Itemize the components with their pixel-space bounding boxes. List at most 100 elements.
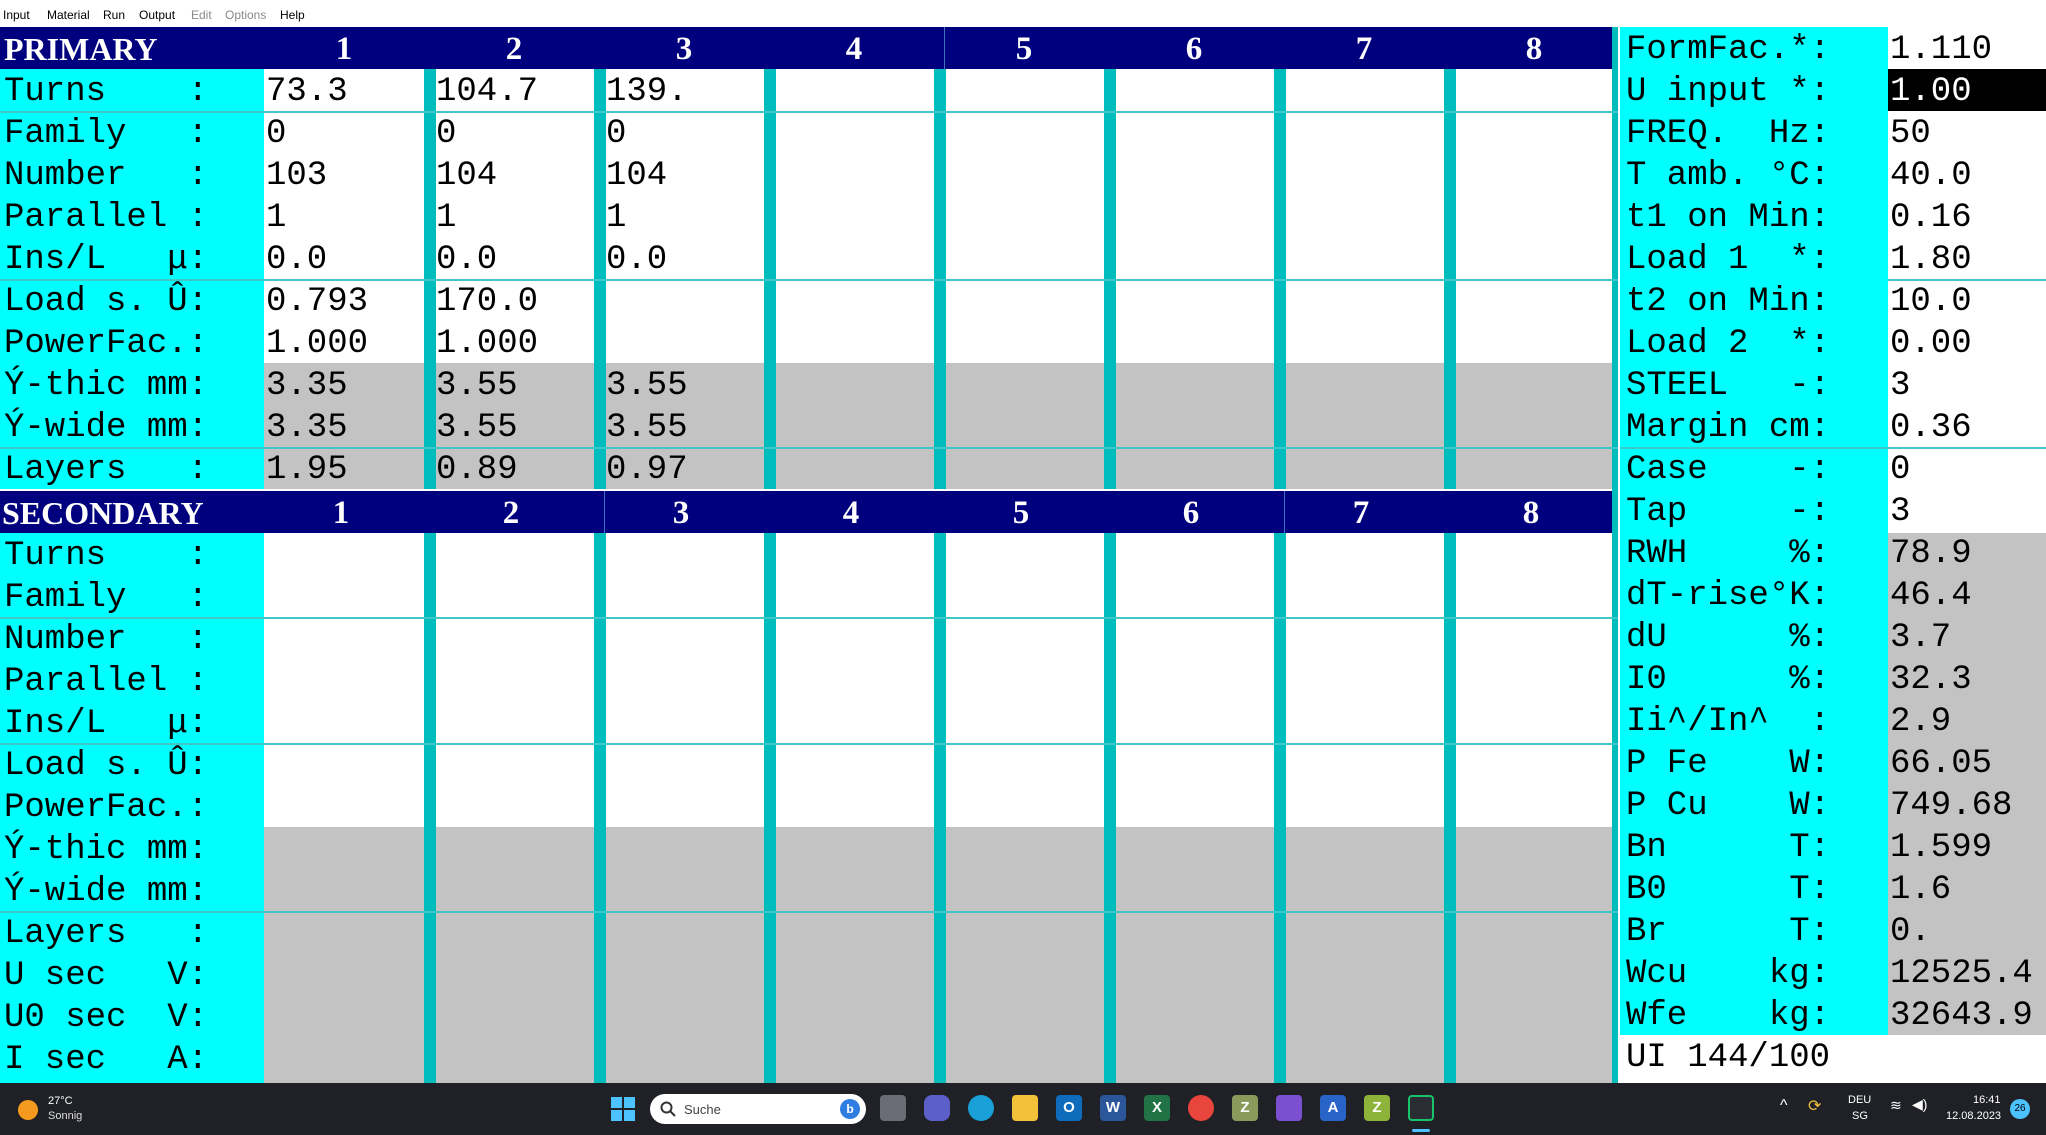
primary-cell-7-1[interactable]: 3.55 — [436, 369, 518, 403]
primary-cell-7-0[interactable]: 3.35 — [266, 369, 348, 403]
sync-icon[interactable]: ⟳ — [1808, 1096, 1821, 1116]
primary-col-header-8[interactable]: 8 — [1514, 31, 1554, 68]
primary-cell-8-2[interactable]: 3.55 — [606, 411, 688, 445]
primary-cell-4-1[interactable]: 0.0 — [436, 243, 497, 277]
param-value-9[interactable]: 0.36 — [1890, 411, 1972, 445]
primary-cell-9-2[interactable]: 0.97 — [606, 453, 688, 487]
menu-help[interactable]: Help — [280, 8, 305, 22]
primary-col-header-5[interactable]: 5 — [1004, 31, 1044, 68]
menu-options[interactable]: Options — [225, 8, 266, 22]
menu-edit[interactable]: Edit — [191, 8, 212, 22]
primary-col-header-6[interactable]: 6 — [1174, 31, 1214, 68]
param-value-7[interactable]: 0.00 — [1890, 327, 1972, 361]
edge-browser-icon[interactable] — [968, 1095, 994, 1121]
word-icon[interactable]: W — [1100, 1095, 1126, 1121]
weather-temp[interactable]: 27°C — [48, 1095, 73, 1107]
secondary-col-header-2[interactable]: 2 — [491, 495, 531, 532]
chevron-up-icon[interactable]: ^ — [1780, 1097, 1788, 1115]
primary-label-0: Turns : — [4, 73, 209, 111]
primary-cell-1-0[interactable]: 0 — [266, 117, 286, 151]
primary-col-header-7[interactable]: 7 — [1344, 31, 1384, 68]
teams-chat-icon[interactable] — [924, 1095, 950, 1121]
param-value-2[interactable]: 50 — [1890, 117, 1931, 151]
app-z-icon[interactable]: Z — [1232, 1095, 1258, 1121]
windows-logo-icon — [611, 1097, 635, 1121]
taskbar-search-box[interactable]: Suche b — [650, 1094, 866, 1124]
clock-date[interactable]: 12.08.2023 — [1946, 1110, 2001, 1122]
notification-badge[interactable]: 26 — [2010, 1099, 2030, 1119]
param-value-1[interactable]: 1.00 — [1890, 75, 1972, 109]
secondary-col-header-4[interactable]: 4 — [831, 495, 871, 532]
visual-studio-icon[interactable] — [1276, 1095, 1302, 1121]
weather-sun-icon[interactable] — [18, 1100, 38, 1120]
primary-cell-0-0[interactable]: 73.3 — [266, 75, 348, 109]
primary-cell-2-2[interactable]: 104 — [606, 159, 667, 193]
language-indicator[interactable]: DEU — [1848, 1094, 1871, 1106]
primary-cell-9-1[interactable]: 0.89 — [436, 453, 518, 487]
start-button[interactable] — [611, 1097, 635, 1121]
outlook-icon[interactable]: O — [1056, 1095, 1082, 1121]
result-value-4: 2.9 — [1890, 703, 1952, 741]
primary-cell-0-1[interactable]: 104.7 — [436, 75, 538, 109]
secondary-col-header-7[interactable]: 7 — [1341, 495, 1381, 532]
result-label-6: P Cu W: — [1626, 787, 1831, 825]
param-value-0[interactable]: 1.110 — [1890, 33, 1992, 67]
file-explorer-icon[interactable] — [1012, 1095, 1038, 1121]
primary-col-header-2[interactable]: 2 — [494, 31, 534, 68]
menu-material[interactable]: Material — [47, 8, 90, 22]
param-value-5[interactable]: 1.80 — [1890, 243, 1972, 277]
primary-cell-6-1[interactable]: 1.000 — [436, 327, 538, 361]
primary-cell-2-1[interactable]: 104 — [436, 159, 497, 193]
primary-cell-8-1[interactable]: 3.55 — [436, 411, 518, 445]
menu-input[interactable]: Input — [3, 8, 30, 22]
secondary-col-header-6[interactable]: 6 — [1171, 495, 1211, 532]
secondary-label-2: Number : — [4, 621, 209, 659]
result-label-4: Ii^/In^ : — [1626, 703, 1831, 741]
primary-cell-2-0[interactable]: 103 — [266, 159, 327, 193]
clock-time[interactable]: 16:41 — [1973, 1094, 2001, 1106]
primary-cell-5-0[interactable]: 0.793 — [266, 285, 368, 319]
primary-cell-0-2[interactable]: 139. — [606, 75, 688, 109]
secondary-col-header-8[interactable]: 8 — [1511, 495, 1551, 532]
primary-cell-6-0[interactable]: 1.000 — [266, 327, 368, 361]
weather-desc[interactable]: Sonnig — [48, 1110, 82, 1122]
primary-col-header-1[interactable]: 1 — [324, 31, 364, 68]
result-label-11: Wfe kg: — [1626, 997, 1831, 1035]
wifi-icon[interactable]: ≋ — [1890, 1097, 1902, 1114]
app-a-icon[interactable]: A — [1320, 1095, 1346, 1121]
excel-icon[interactable]: X — [1144, 1095, 1170, 1121]
param-label-11: Tap -: — [1626, 493, 1831, 531]
param-value-11[interactable]: 3 — [1890, 495, 1910, 529]
primary-cell-1-1[interactable]: 0 — [436, 117, 456, 151]
primary-cell-3-1[interactable]: 1 — [436, 201, 456, 235]
primary-cell-1-2[interactable]: 0 — [606, 117, 626, 151]
secondary-col-header-3[interactable]: 3 — [661, 495, 701, 532]
primary-col-header-3[interactable]: 3 — [664, 31, 704, 68]
primary-cell-3-0[interactable]: 1 — [266, 201, 286, 235]
primary-cell-8-0[interactable]: 3.35 — [266, 411, 348, 445]
menu-run[interactable]: Run — [103, 8, 125, 22]
param-value-4[interactable]: 0.16 — [1890, 201, 1972, 235]
primary-cell-9-0[interactable]: 1.95 — [266, 453, 348, 487]
task-view-icon[interactable] — [880, 1095, 906, 1121]
calculator-app-icon[interactable] — [1408, 1095, 1434, 1121]
param-value-6[interactable]: 10.0 — [1890, 285, 1972, 319]
app-z2-icon[interactable]: Z — [1364, 1095, 1390, 1121]
menu-output[interactable]: Output — [139, 8, 175, 22]
primary-col-header-4[interactable]: 4 — [834, 31, 874, 68]
param-value-8[interactable]: 3 — [1890, 369, 1910, 403]
menu-bar: Input Material Run Output Edit Options Help — [0, 0, 2046, 27]
param-value-10[interactable]: 0 — [1890, 453, 1910, 487]
param-value-3[interactable]: 40.0 — [1890, 159, 1972, 193]
chrome-icon[interactable] — [1188, 1095, 1214, 1121]
right-line-1 — [1888, 279, 2046, 281]
secondary-col-header-5[interactable]: 5 — [1001, 495, 1041, 532]
volume-icon[interactable]: ◀) — [1912, 1096, 1927, 1113]
primary-cell-3-2[interactable]: 1 — [606, 201, 626, 235]
primary-cell-4-2[interactable]: 0.0 — [606, 243, 667, 277]
primary-cell-5-1[interactable]: 170.0 — [436, 285, 538, 319]
primary-cell-4-0[interactable]: 0.0 — [266, 243, 327, 277]
region-indicator[interactable]: SG — [1852, 1110, 1868, 1122]
primary-cell-7-2[interactable]: 3.55 — [606, 369, 688, 403]
secondary-col-header-1[interactable]: 1 — [321, 495, 361, 532]
